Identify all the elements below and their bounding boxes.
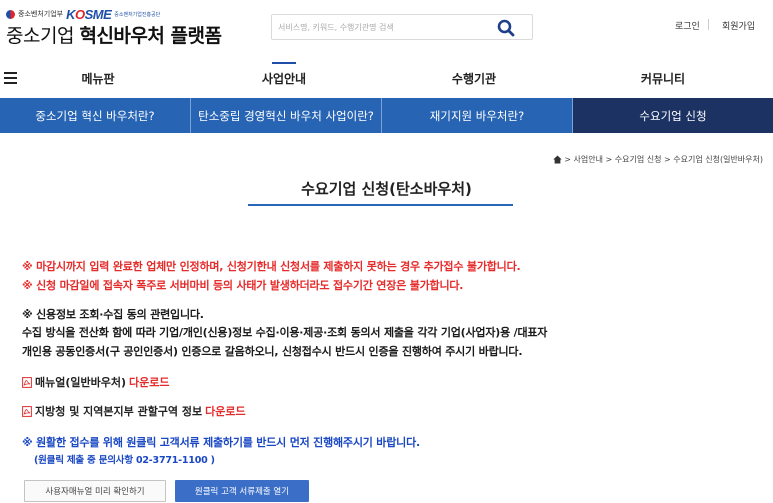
consent-line-2: 개인용 공동인증서(구 공인인증서) 인증으로 갈음하오니, 신청접수시 반드시… <box>22 345 523 358</box>
hamburger-menu-icon[interactable] <box>4 72 17 84</box>
subnav-recovery-voucher[interactable]: 재기지원 바우처란? <box>382 98 573 133</box>
platform-title: 중소기업 혁신바우처 플랫폼 <box>6 25 222 47</box>
region-label: 지방청 및 지역본지부 관할구역 정보 <box>35 405 203 418</box>
nav-active-indicator <box>272 62 296 64</box>
subnav-carbon-voucher[interactable]: 탄소중립 경영혁신 바우처 사업이란? <box>191 98 382 133</box>
nav-agencies[interactable]: 수행기관 <box>452 70 496 87</box>
notice-deadline: ※ 마감시까지 입력 완료한 업체만 인정하며, 신청기한내 신청서를 제출하지… <box>22 260 521 273</box>
login-link[interactable]: 로그인 <box>675 19 700 32</box>
manual-download-row: 매뉴얼(일반바우처) 다운로드 <box>22 374 170 390</box>
page-title: 수요기업 신청(탄소바우처) <box>301 180 472 198</box>
notice-no-extension: ※ 신청 마감일에 접속자 폭주로 서버마비 등의 사태가 발생하더라도 접수기… <box>22 279 464 292</box>
util-divider <box>708 19 709 30</box>
pdf-file-icon <box>22 376 32 388</box>
region-download-link[interactable]: 다운로드 <box>205 403 245 419</box>
manual-download-link[interactable]: 다운로드 <box>129 374 169 390</box>
consent-title: ※ 신용정보 조회·수집 동의 관련입니다. <box>22 308 204 321</box>
subnav-innovation-voucher[interactable]: 중소기업 혁신 바우처란? <box>0 98 191 133</box>
manual-preview-button[interactable]: 사용자매뉴얼 미리 확인하기 <box>24 480 166 502</box>
oneclick-notice: ※ 원활한 접수를 위해 원클릭 고객서류 제출하기를 반드시 먼저 진행해주시… <box>22 436 420 449</box>
nav-business-info[interactable]: 사업안내 <box>262 70 306 87</box>
consent-line-1: 수집 방식을 전산화 함에 따라 기업/개인(신용)정보 수집·이용·제공·조회… <box>22 326 548 339</box>
region-download-row: 지방청 및 지역본지부 관할구역 정보 다운로드 <box>22 403 246 419</box>
subnav-demand-application[interactable]: 수요기업 신청 <box>573 98 773 133</box>
breadcrumb-path: > 사업안내 > 수요기업 신청 > 수요기업 신청(일반바우처) <box>564 155 763 164</box>
main-navigation: 메뉴판 사업안내 수행기관 커뮤니티 <box>0 62 773 98</box>
nav-community[interactable]: 커뮤니티 <box>641 70 685 87</box>
agency-name: 중소벤처기업진흥공단 <box>114 11 161 18</box>
site-header: 중소벤처기업부 KOSME 중소벤처기업진흥공단 중소기업 혁신바우처 플랫폼 … <box>0 0 773 52</box>
search-icon[interactable] <box>496 18 516 38</box>
site-logo[interactable]: 중소벤처기업부 KOSME 중소벤처기업진흥공단 중소기업 혁신바우처 플랫폼 <box>6 6 222 48</box>
nav-menu[interactable]: 메뉴판 <box>81 70 114 87</box>
sub-navigation: 중소기업 혁신 바우처란? 탄소중립 경영혁신 바우처 사업이란? 재기지원 바… <box>0 98 773 133</box>
ministry-name: 중소벤처기업부 <box>18 10 64 18</box>
search-box <box>271 14 533 40</box>
manual-label: 매뉴얼(일반바우처) <box>35 376 127 389</box>
title-underline <box>248 204 513 206</box>
signup-link[interactable]: 회원가입 <box>722 19 755 32</box>
logo-top-line: 중소벤처기업부 KOSME 중소벤처기업진흥공단 <box>6 6 221 22</box>
search-input[interactable] <box>278 18 488 36</box>
ministry-emblem-icon <box>6 9 15 19</box>
kosme-logo: KOSME <box>66 6 112 22</box>
breadcrumb: > 사업안내 > 수요기업 신청 > 수요기업 신청(일반바우처) <box>553 154 763 165</box>
oneclick-submit-button[interactable]: 원클릭 고객 서류제출 열기 <box>175 480 309 502</box>
oneclick-contact: (원클릭 제출 중 문의사항 02-3771-1100 ) <box>34 455 215 466</box>
home-icon[interactable] <box>553 155 563 164</box>
pdf-file-icon <box>22 405 32 417</box>
